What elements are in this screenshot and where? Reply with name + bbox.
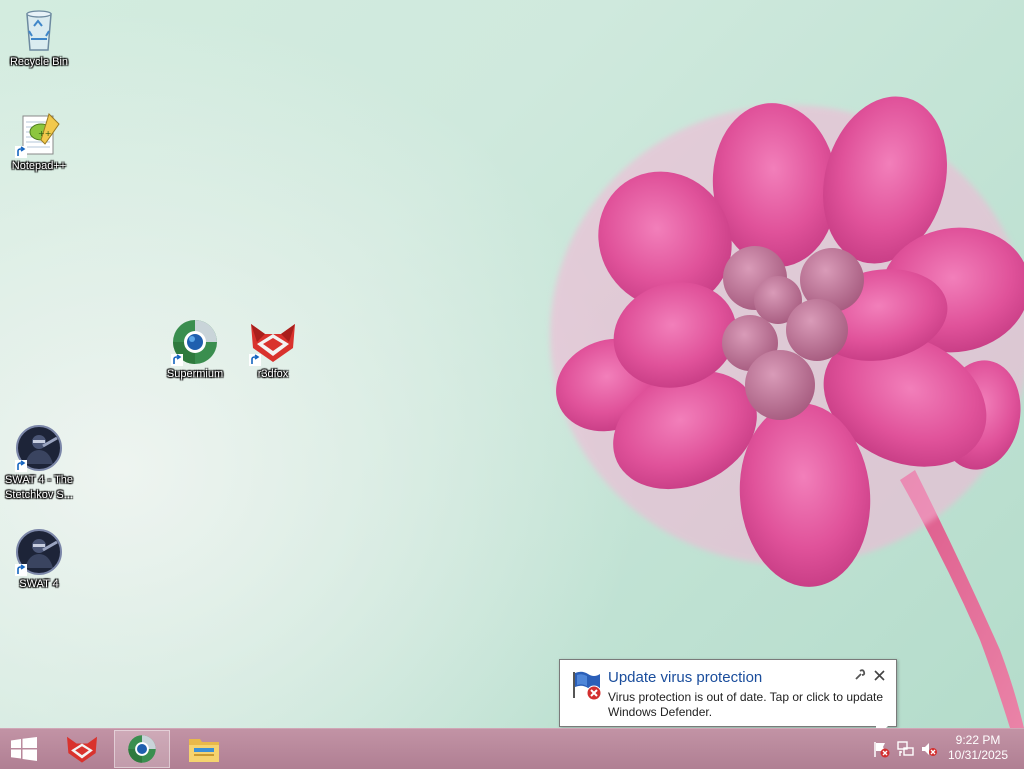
notification-close-icon[interactable] [872, 668, 886, 682]
taskbar[interactable]: 9:22 PM 10/31/2025 [0, 728, 1024, 769]
clock-time: 9:22 PM [955, 733, 1001, 747]
windows-defender-flag-icon [570, 668, 604, 702]
r3dfox-icon [249, 318, 297, 366]
action-center-flag-icon [874, 742, 890, 758]
shortcut-arrow-icon [171, 354, 183, 366]
desktop-icon-label: SWAT 4 [19, 578, 59, 590]
shortcut-arrow-icon [15, 564, 27, 576]
volume-muted-icon [922, 743, 937, 756]
desktop-icon-notepad-plus-plus[interactable]: ++ Notepad++ [0, 110, 78, 174]
desktop-icon-label: Notepad++ [11, 160, 67, 172]
supermium-icon [171, 318, 219, 366]
clock-date: 10/31/2025 [947, 748, 1009, 762]
svg-text:++: ++ [38, 129, 51, 138]
notification-balloon[interactable]: Update virus protection Virus protection… [559, 659, 897, 727]
desktop[interactable]: Recycle Bin ++ Notepad++ Supermium r3dfo… [0, 0, 1024, 728]
tray-clock[interactable]: 9:22 PM 10/31/2025 [944, 733, 1012, 763]
wallpaper-flower [550, 96, 1024, 728]
shortcut-arrow-icon [15, 146, 27, 158]
desktop-icon-swat4[interactable]: SWAT 4 [0, 528, 78, 592]
tray-action-center[interactable] [870, 729, 892, 769]
network-icon [897, 741, 914, 756]
shortcut-arrow-icon [15, 460, 27, 472]
tray-network[interactable] [894, 729, 916, 769]
windows-start-icon [11, 737, 37, 761]
desktop-icon-swat4-expansion[interactable]: SWAT 4 - The Stetchkov S... [0, 424, 78, 503]
desktop-icon-label: SWAT 4 - The Stetchkov S... [0, 473, 78, 503]
supermium-icon [128, 735, 156, 763]
desktop-icon-label: Supermium [166, 368, 224, 380]
tray-volume[interactable] [918, 729, 940, 769]
desktop-icon-supermium[interactable]: Supermium [156, 318, 234, 382]
recycle-bin-icon [15, 6, 63, 54]
notification-message: Virus protection is out of date. Tap or … [608, 690, 884, 719]
desktop-icon-label: Recycle Bin [9, 56, 69, 68]
taskbar-button-file-explorer[interactable] [176, 730, 232, 768]
desktop-icon-recycle-bin[interactable]: Recycle Bin [0, 6, 78, 70]
desktop-icon-label: r3dfox [257, 368, 289, 380]
shortcut-arrow-icon [249, 354, 261, 366]
label-line-1: SWAT 4 - The [4, 474, 74, 486]
taskbar-button-r3dfox[interactable] [54, 730, 110, 768]
start-button[interactable] [0, 730, 48, 768]
notification-settings-icon[interactable] [853, 668, 867, 682]
label-line-2: Stetchkov S... [5, 489, 73, 501]
file-explorer-icon [189, 739, 219, 762]
notepad-plus-plus-icon: ++ [15, 110, 63, 158]
taskbar-button-supermium[interactable] [114, 730, 170, 768]
desktop-icon-r3dfox[interactable]: r3dfox [234, 318, 312, 382]
swat4-expansion-icon [15, 424, 63, 472]
swat4-icon [15, 528, 63, 576]
r3dfox-icon [67, 736, 97, 763]
notification-title: Update virus protection [608, 669, 763, 686]
